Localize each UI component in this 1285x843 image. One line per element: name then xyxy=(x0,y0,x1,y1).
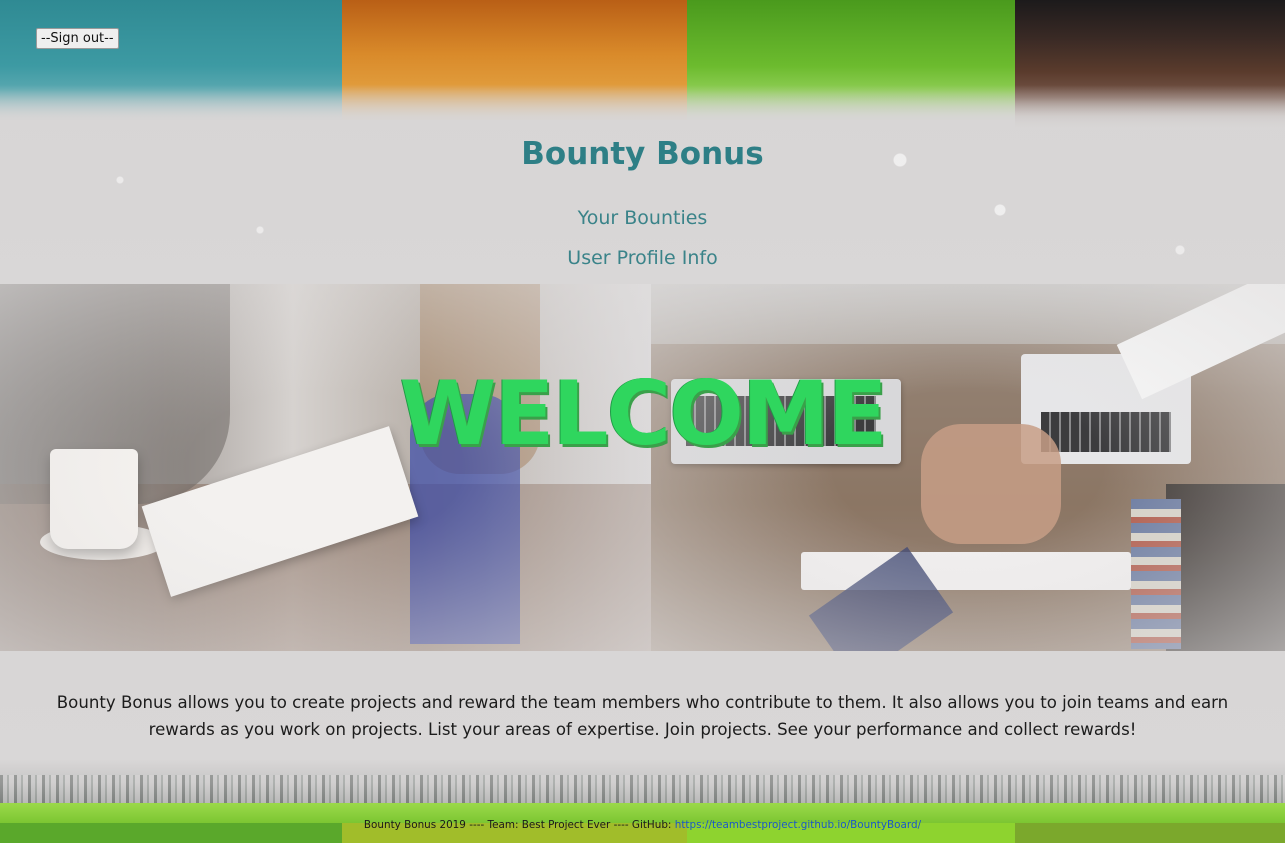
sign-out-button[interactable]: --Sign out-- xyxy=(36,28,119,49)
github-link[interactable]: https://teambestproject.github.io/Bounty… xyxy=(675,819,921,831)
nav-your-bounties-row: Your Bounties xyxy=(0,207,1285,229)
description-text: Bounty Bonus allows you to create projec… xyxy=(56,693,1229,739)
welcome-heading: WELCOME xyxy=(399,362,887,465)
grunge-divider xyxy=(0,775,1285,805)
site-title: Bounty Bonus xyxy=(521,136,764,172)
paint-fade xyxy=(0,85,1285,130)
hero-photo-left xyxy=(0,284,651,651)
footer-credits: Bounty Bonus 2019 ---- Team: Best Projec… xyxy=(363,819,675,831)
nav-user-profile-row: User Profile Info xyxy=(0,247,1285,269)
nav-user-profile-link[interactable]: User Profile Info xyxy=(567,247,717,269)
hero-photo-right xyxy=(651,284,1285,651)
footer-text: Bounty Bonus 2019 ---- Team: Best Projec… xyxy=(0,819,1285,831)
photo-veil xyxy=(651,284,1285,651)
nav-your-bounties-link[interactable]: Your Bounties xyxy=(578,207,708,229)
photo-veil xyxy=(0,284,651,651)
paint-stripe-banner xyxy=(0,0,1285,130)
page: --Sign out-- Bounty Bonus Your Bounties … xyxy=(0,0,1285,843)
hero-banner xyxy=(0,284,1285,651)
